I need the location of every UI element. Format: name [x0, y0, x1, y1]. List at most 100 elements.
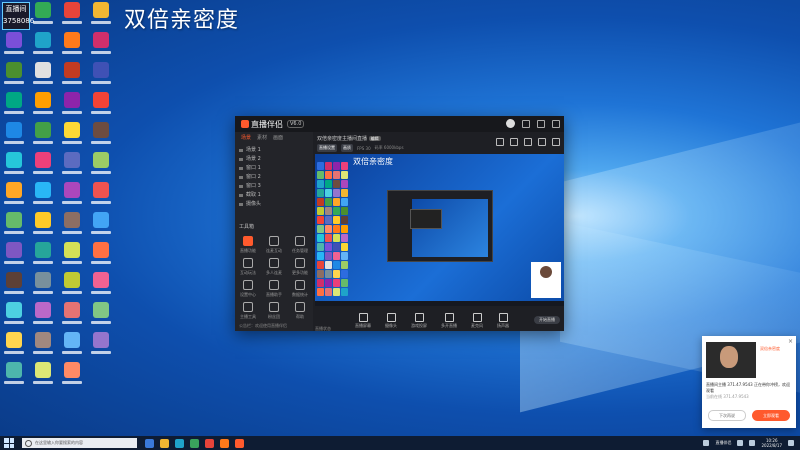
gear-icon[interactable]	[538, 138, 546, 146]
desktop-icon[interactable]	[2, 302, 26, 332]
desktop-icon[interactable]	[60, 92, 84, 122]
stream-control-button[interactable]: 直播屏幕	[355, 312, 371, 329]
taskbar-app-icon[interactable]	[235, 438, 244, 448]
scene-item[interactable]: 窗口 1	[235, 164, 313, 173]
desktop-icon[interactable]	[2, 32, 26, 62]
desktop-icon[interactable]	[89, 32, 113, 62]
desktop-icon[interactable]	[2, 122, 26, 152]
desktop-icon[interactable]	[60, 32, 84, 62]
scene-item[interactable]: 窗口 2	[235, 173, 313, 182]
desktop-icon[interactable]	[2, 362, 26, 392]
desktop-icon[interactable]	[2, 92, 26, 122]
desktop-icon[interactable]	[31, 302, 55, 332]
gift-icon[interactable]	[496, 138, 504, 146]
maximize-icon[interactable]	[537, 119, 545, 128]
edit-title-button[interactable]: 编辑	[368, 136, 381, 141]
taskbar-clock[interactable]: 10:26 2022/8/17	[761, 438, 782, 448]
user-avatar[interactable]	[506, 119, 515, 128]
scene-item[interactable]: 窗口 3	[235, 182, 313, 191]
tool-button[interactable]: 粉丝团	[261, 300, 287, 322]
desktop-icon[interactable]	[89, 242, 113, 272]
left-tab[interactable]: 画面	[271, 134, 285, 144]
windows-start-icon[interactable]	[4, 438, 14, 448]
stream-settings-button[interactable]: 直播设置	[317, 144, 337, 152]
desktop-icon[interactable]	[31, 272, 55, 302]
desktop-icon[interactable]	[60, 302, 84, 332]
tool-button[interactable]: 数据统计	[287, 278, 313, 300]
desktop-icon[interactable]	[60, 62, 84, 92]
desktop-icon[interactable]	[31, 2, 55, 32]
desktop-icon[interactable]	[2, 212, 26, 242]
scene-eye-icon[interactable]	[239, 185, 243, 188]
taskbar-search[interactable]: 在这里输入你要搜索的内容	[22, 438, 137, 448]
desktop-icon[interactable]	[31, 212, 55, 242]
stream-control-button[interactable]: 摄像头	[385, 312, 397, 329]
desktop-icon[interactable]	[89, 122, 113, 152]
scene-eye-icon[interactable]	[239, 203, 243, 206]
desktop-icon[interactable]	[89, 272, 113, 302]
scene-eye-icon[interactable]	[239, 167, 243, 170]
tray-app-label[interactable]: 直播伴侣	[715, 440, 731, 446]
left-tab[interactable]: 场景	[239, 134, 253, 144]
desktop-icon[interactable]	[31, 362, 55, 392]
taskbar-app-icon[interactable]	[175, 438, 184, 448]
desktop-icon[interactable]	[31, 242, 55, 272]
desktop-icon[interactable]	[89, 182, 113, 212]
tool-button[interactable]: 多人连麦	[261, 256, 287, 278]
live-room-badge[interactable]: 直播间 3758086	[2, 2, 34, 30]
start-live-button[interactable]: 开始直播	[534, 316, 560, 324]
desktop-icon[interactable]	[2, 272, 26, 302]
desktop-icon[interactable]	[89, 302, 113, 332]
desktop-icon[interactable]	[60, 2, 84, 32]
stream-control-button[interactable]: 多开直播	[441, 312, 457, 329]
taskbar-app-icon[interactable]	[145, 438, 154, 448]
desktop-icon[interactable]	[60, 332, 84, 362]
tool-button[interactable]: 设置中心	[235, 278, 261, 300]
close-icon[interactable]	[552, 119, 560, 128]
notification-cancel-button[interactable]: 下次再说	[708, 410, 746, 421]
taskbar-app-icon[interactable]	[205, 438, 214, 448]
tray-warning-icon[interactable]	[703, 440, 710, 446]
quality-button[interactable]: 画质	[341, 144, 353, 152]
notification-watch-button[interactable]: 立即观看	[752, 410, 790, 421]
desktop-icon[interactable]	[31, 92, 55, 122]
tool-button[interactable]: 直播助手	[261, 278, 287, 300]
desktop-icon[interactable]	[89, 2, 113, 32]
tool-button[interactable]: 互动玩法	[235, 256, 261, 278]
bag-icon[interactable]	[510, 138, 518, 146]
scene-item[interactable]: 截取 1	[235, 191, 313, 200]
notifications-icon[interactable]	[788, 440, 794, 446]
stream-control-button[interactable]: 扬声器	[497, 312, 509, 329]
scene-item[interactable]: 场景 2	[235, 155, 313, 164]
desktop-icon[interactable]	[31, 332, 55, 362]
stream-control-button[interactable]: 麦克风	[471, 312, 483, 329]
taskbar-app-icon[interactable]	[160, 438, 169, 448]
volume-icon[interactable]	[749, 440, 756, 446]
stream-control-button[interactable]: 游戏投屏	[411, 312, 427, 329]
desktop-icon[interactable]	[60, 242, 84, 272]
chat-icon[interactable]	[524, 138, 532, 146]
desktop-icon[interactable]	[89, 212, 113, 242]
desktop-icon[interactable]	[31, 152, 55, 182]
tool-button[interactable]: 主播工具	[235, 300, 261, 322]
desktop-icon[interactable]	[89, 62, 113, 92]
taskbar-app-icon[interactable]	[190, 438, 199, 448]
desktop-icon[interactable]	[31, 32, 55, 62]
scene-item[interactable]: 场景 1	[235, 146, 313, 155]
taskbar-app-icon[interactable]	[220, 438, 229, 448]
desktop-icon[interactable]	[31, 62, 55, 92]
live-preview[interactable]: 双倍亲密度	[315, 154, 564, 306]
desktop-icon[interactable]	[60, 362, 84, 392]
minimize-icon[interactable]	[522, 119, 530, 128]
desktop-icon[interactable]	[60, 182, 84, 212]
tool-button[interactable]: 更多功能	[287, 256, 313, 278]
notification-close-icon[interactable]: ×	[788, 338, 793, 345]
tool-button[interactable]: 帮助	[287, 300, 313, 322]
desktop-icon[interactable]	[2, 182, 26, 212]
scene-eye-icon[interactable]	[239, 158, 243, 161]
desktop-icon[interactable]	[2, 152, 26, 182]
tool-button[interactable]: 直播功能	[235, 234, 261, 256]
network-icon[interactable]	[737, 440, 744, 446]
share-icon[interactable]	[552, 138, 560, 146]
desktop-icon[interactable]	[2, 62, 26, 92]
